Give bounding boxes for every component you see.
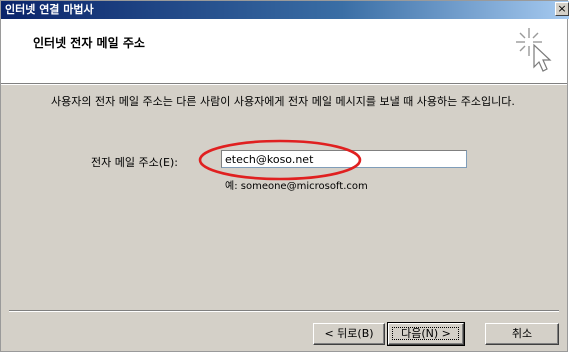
title-bar[interactable]: 인터넷 연결 마법사 × <box>1 1 569 19</box>
close-icon: × <box>557 2 567 15</box>
wizard-dialog: 인터넷 연결 마법사 × 인터넷 전자 메일 주소 사용자의 전자 메일 주소는… <box>0 0 569 352</box>
email-input[interactable] <box>221 150 467 168</box>
focus-rectangle <box>392 327 459 340</box>
next-button[interactable]: 다음(N) > <box>387 322 465 346</box>
close-button[interactable]: × <box>555 2 569 16</box>
cancel-button[interactable]: 취소 <box>485 323 559 345</box>
page-title: 인터넷 전자 메일 주소 <box>33 36 145 50</box>
email-example: 예: someone@microsoft.com <box>225 181 368 192</box>
description-text: 사용자의 전자 메일 주소는 다른 사람이 사용자에게 전자 메일 메시지를 보… <box>51 95 515 108</box>
window-title: 인터넷 연결 마법사 <box>5 3 94 16</box>
wizard-header: 인터넷 전자 메일 주소 <box>1 19 567 84</box>
footer-separator-highlight <box>9 311 559 312</box>
email-label: 전자 메일 주소(E): <box>91 156 178 169</box>
back-button[interactable]: < 뒤로(B) <box>313 323 385 345</box>
header-separator <box>1 84 567 85</box>
wizard-sparkle-cursor-icon <box>516 28 552 72</box>
